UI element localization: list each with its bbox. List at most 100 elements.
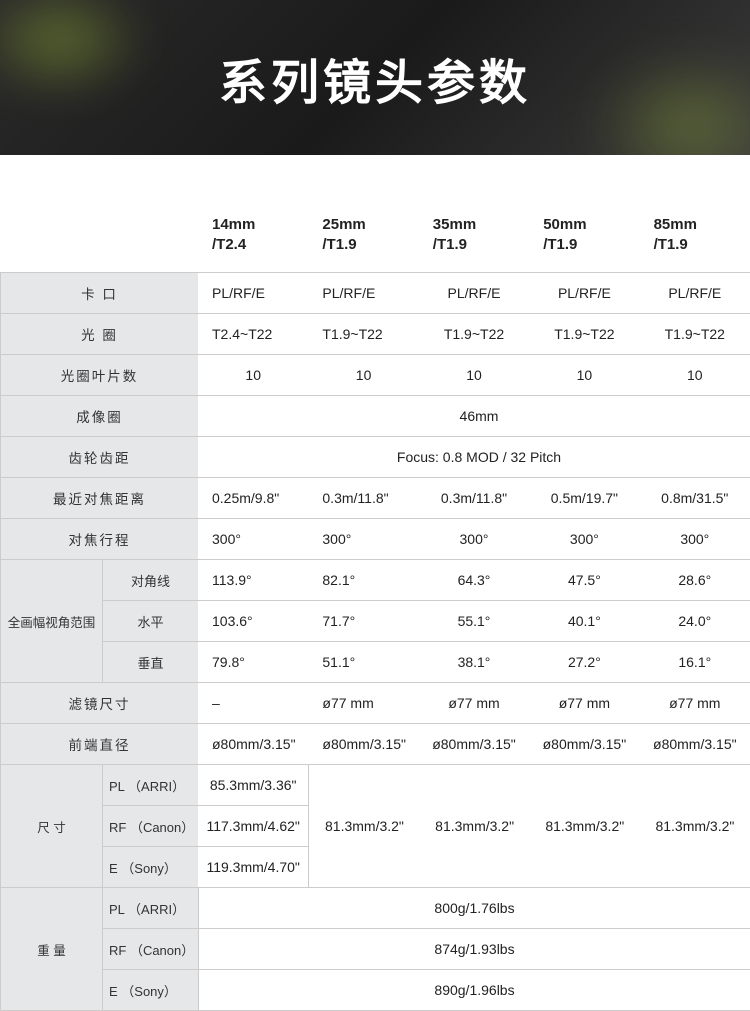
- label-blades: 光圈叶片数: [0, 355, 198, 395]
- cell: 0.5m/19.7": [529, 478, 639, 518]
- cell: 24.0°: [640, 600, 750, 641]
- label-image-circle: 成像圈: [0, 396, 198, 436]
- cell: ø77 mm: [640, 683, 750, 723]
- label-fov-d: 对角线: [102, 559, 198, 600]
- cell: 71.7°: [308, 600, 418, 641]
- cell: 0.8m/31.5": [640, 478, 750, 518]
- cell: 890g/1.96lbs: [198, 969, 750, 1010]
- label-e: E （Sony）: [102, 846, 198, 887]
- col-14mm: 14mm/T2.4: [198, 205, 308, 272]
- cell: 113.9°: [198, 559, 308, 600]
- row-mfd: 最近对焦距离 0.25m/9.8" 0.3m/11.8" 0.3m/11.8" …: [0, 477, 750, 518]
- row-image-circle: 成像圈 46mm: [0, 395, 750, 436]
- label-focus-throw: 对焦行程: [0, 519, 198, 559]
- table-header: 14mm/T2.4 25mm/T1.9 35mm/T1.9 50mm/T1.9 …: [0, 205, 750, 272]
- cell: 16.1°: [640, 641, 750, 682]
- cell: ø77 mm: [419, 683, 529, 723]
- cell: 46mm: [198, 396, 750, 436]
- cell: PL/RF/E: [529, 273, 639, 313]
- cell: PL/RF/E: [419, 273, 529, 313]
- cell: 300°: [308, 519, 418, 559]
- row-filter: 滤镜尺寸 – ø77 mm ø77 mm ø77 mm ø77 mm: [0, 682, 750, 723]
- cell: 81.3mm/3.2": [420, 810, 530, 842]
- label-rf: RF （Canon）: [102, 928, 198, 969]
- cell: 300°: [419, 519, 529, 559]
- cell: 0.3m/11.8": [419, 478, 529, 518]
- cell: PL/RF/E: [308, 273, 418, 313]
- cell: 82.1°: [308, 559, 418, 600]
- row-focus-throw: 对焦行程 300° 300° 300° 300° 300°: [0, 518, 750, 559]
- cell: Focus: 0.8 MOD / 32 Pitch: [198, 437, 750, 477]
- cell: ø77 mm: [308, 683, 418, 723]
- label-pl: PL （ARRI）: [102, 887, 198, 928]
- cell: 800g/1.76lbs: [198, 887, 750, 928]
- spec-table: 14mm/T2.4 25mm/T1.9 35mm/T1.9 50mm/T1.9 …: [0, 155, 750, 1011]
- cell: 103.6°: [198, 600, 308, 641]
- cell: PL/RF/E: [640, 273, 750, 313]
- cell: 38.1°: [419, 641, 529, 682]
- cell: 55.1°: [419, 600, 529, 641]
- row-size: 尺 寸 PL （ARRI） 85.3mm/3.36" 81.3mm/3.2" 8…: [0, 764, 750, 887]
- label-e: E （Sony）: [102, 969, 198, 1010]
- cell: ø77 mm: [529, 683, 639, 723]
- cell: T2.4~T22: [198, 314, 308, 354]
- col-85mm: 85mm/T1.9: [640, 205, 750, 272]
- cell: 79.8°: [198, 641, 308, 682]
- row-mount: 卡 口 PL/RF/E PL/RF/E PL/RF/E PL/RF/E PL/R…: [0, 272, 750, 313]
- cell: 81.3mm/3.2": [640, 810, 750, 842]
- cell: 300°: [640, 519, 750, 559]
- label-gear-pitch: 齿轮齿距: [0, 437, 198, 477]
- cell: 10: [640, 355, 750, 395]
- cell: 10: [308, 355, 418, 395]
- cell: 10: [419, 355, 529, 395]
- cell: 27.2°: [529, 641, 639, 682]
- cell: PL/RF/E: [198, 273, 308, 313]
- cell: 300°: [529, 519, 639, 559]
- cell: ø80mm/3.15": [198, 724, 308, 764]
- label-pl: PL （ARRI）: [102, 764, 198, 805]
- cell: 874g/1.93lbs: [198, 928, 750, 969]
- col-50mm: 50mm/T1.9: [529, 205, 639, 272]
- row-front: 前端直径 ø80mm/3.15" ø80mm/3.15" ø80mm/3.15"…: [0, 723, 750, 764]
- cell: 28.6°: [640, 559, 750, 600]
- label-size: 尺 寸: [0, 764, 102, 887]
- label-fov-h: 水平: [102, 600, 198, 641]
- cell: 64.3°: [419, 559, 529, 600]
- header-banner: 系列镜头参数: [0, 0, 750, 155]
- cell: 40.1°: [529, 600, 639, 641]
- cell: 300°: [198, 519, 308, 559]
- row-gear-pitch: 齿轮齿距 Focus: 0.8 MOD / 32 Pitch: [0, 436, 750, 477]
- cell: 81.3mm/3.2": [530, 810, 640, 842]
- row-blades: 光圈叶片数 10 10 10 10 10: [0, 354, 750, 395]
- cell: 47.5°: [529, 559, 639, 600]
- cell: ø80mm/3.15": [419, 724, 529, 764]
- label-fov: 全画幅视角范围: [0, 559, 102, 682]
- col-25mm: 25mm/T1.9: [308, 205, 418, 272]
- cell: 10: [198, 355, 308, 395]
- cell: 117.3mm/4.62": [198, 805, 308, 846]
- cell: T1.9~T22: [640, 314, 750, 354]
- label-aperture: 光 圈: [0, 314, 198, 354]
- row-fov: 全画幅视角范围 对角线 113.9° 82.1° 64.3° 47.5° 28.…: [0, 559, 750, 682]
- row-weight: 重 量 PL （ARRI） 800g/1.76lbs RF （Canon） 87…: [0, 887, 750, 1011]
- cell: –: [198, 683, 308, 723]
- label-mfd: 最近对焦距离: [0, 478, 198, 518]
- col-35mm: 35mm/T1.9: [419, 205, 529, 272]
- label-weight: 重 量: [0, 887, 102, 1010]
- label-filter: 滤镜尺寸: [0, 683, 198, 723]
- row-aperture: 光 圈 T2.4~T22 T1.9~T22 T1.9~T22 T1.9~T22 …: [0, 313, 750, 354]
- label-mount: 卡 口: [0, 273, 198, 313]
- cell: 0.3m/11.8": [308, 478, 418, 518]
- cell: ø80mm/3.15": [529, 724, 639, 764]
- page-title: 系列镜头参数: [219, 43, 531, 113]
- label-fov-v: 垂直: [102, 641, 198, 682]
- label-front: 前端直径: [0, 724, 198, 764]
- label-rf: RF （Canon）: [102, 805, 198, 846]
- cell: T1.9~T22: [308, 314, 418, 354]
- cell: 119.3mm/4.70": [198, 846, 308, 887]
- cell: 51.1°: [308, 641, 418, 682]
- cell: ø80mm/3.15": [640, 724, 750, 764]
- cell: 85.3mm/3.36": [198, 764, 308, 805]
- cell: 10: [529, 355, 639, 395]
- cell: ø80mm/3.15": [308, 724, 418, 764]
